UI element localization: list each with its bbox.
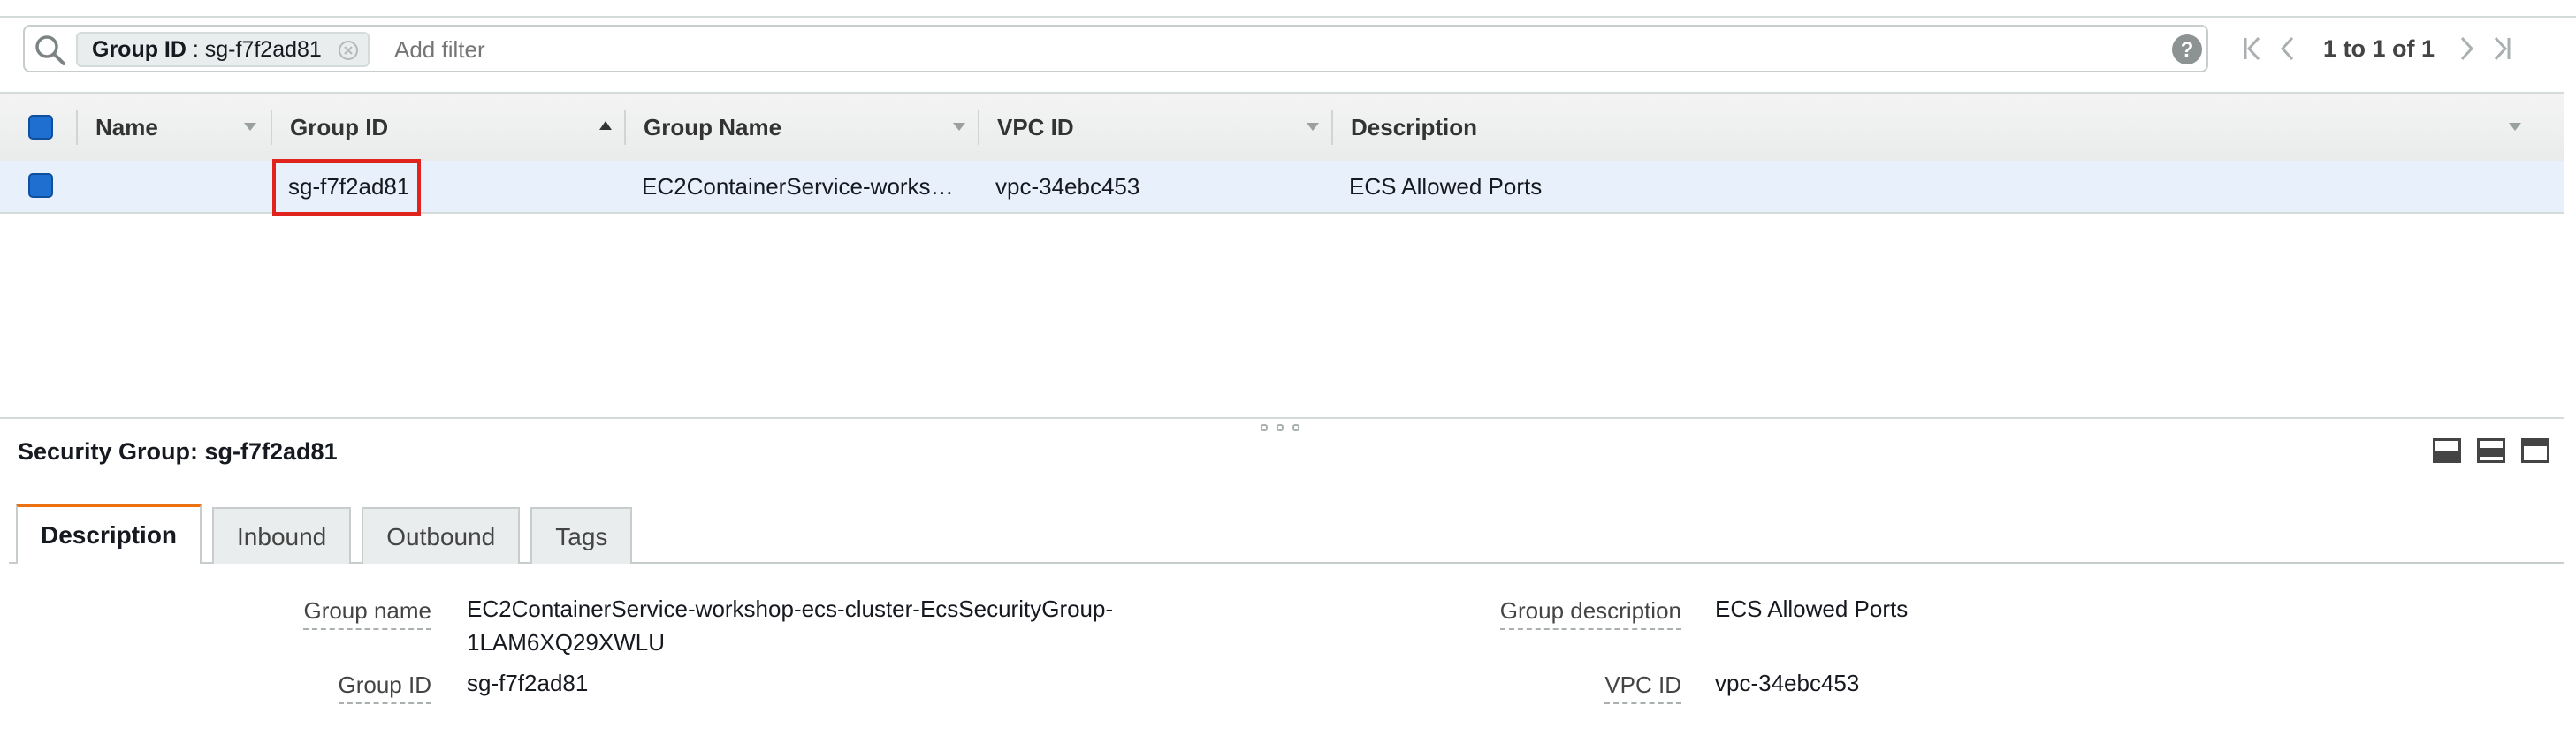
sort-name-icon[interactable] <box>244 123 256 131</box>
vpc-id-label: VPC ID <box>1604 671 1681 704</box>
table-header: Name Group ID Group Name VPC ID Descript… <box>0 92 2564 163</box>
details-title: Security Group: sg-f7f2ad81 <box>18 438 338 465</box>
group-name-value-line2: 1LAM6XQ29XWLU <box>467 629 665 656</box>
next-page-icon[interactable] <box>2449 31 2484 66</box>
layout-top-icon[interactable] <box>2521 438 2549 463</box>
filter-bar[interactable]: Group ID : sg-f7f2ad81 <box>23 25 2208 72</box>
column-separator <box>76 110 78 145</box>
group-name-value-line1: EC2ContainerService-workshop-ecs-cluster… <box>467 595 1114 622</box>
search-icon <box>35 35 65 65</box>
tab-inbound[interactable]: Inbound <box>212 507 352 564</box>
group-name-value: EC2ContainerService-workshop-ecs-cluster… <box>467 592 1113 659</box>
last-page-icon[interactable] <box>2484 31 2519 66</box>
annotation-highlight-box <box>272 159 421 216</box>
panel-splitter[interactable] <box>0 417 2564 419</box>
sort-description-icon[interactable] <box>2509 123 2521 131</box>
filter-chip-value: : sg-f7f2ad81 <box>186 37 322 62</box>
cell-group-name: EC2ContainerService-workshop-ecs-cluster… <box>642 173 956 200</box>
tab-tags[interactable]: Tags <box>530 507 633 564</box>
pagination-text: 1 to 1 of 1 <box>2323 34 2435 62</box>
column-header-group-name[interactable]: Group Name <box>644 94 781 161</box>
group-name-label: Group name <box>303 597 431 630</box>
layout-bottom-icon[interactable] <box>2433 438 2461 463</box>
pagination: 1 to 1 of 1 <box>2235 25 2519 72</box>
first-page-icon[interactable] <box>2235 31 2270 66</box>
group-description-value: ECS Allowed Ports <box>1715 595 1909 622</box>
add-filter-input[interactable] <box>394 32 1720 67</box>
group-description-label: Group description <box>1499 597 1681 630</box>
detail-tabs: Description Inbound Outbound Tags <box>16 504 633 564</box>
cell-name <box>95 161 255 212</box>
resize-handle[interactable] <box>1261 424 1299 431</box>
prev-page-icon[interactable] <box>2270 31 2305 66</box>
column-header-group-id[interactable]: Group ID <box>290 94 388 161</box>
svg-text:?: ? <box>2181 38 2194 62</box>
group-id-label: Group ID <box>338 671 431 704</box>
column-separator[interactable] <box>624 110 626 145</box>
cell-description: ECS Allowed Ports <box>1349 173 1543 200</box>
clear-chip-icon[interactable] <box>338 40 359 61</box>
layout-toggle-group <box>2433 438 2549 463</box>
row-checkbox[interactable] <box>28 173 53 198</box>
column-header-vpc-id[interactable]: VPC ID <box>997 94 1074 161</box>
tab-description[interactable]: Description <box>16 504 202 564</box>
group-id-value: sg-f7f2ad81 <box>467 670 589 696</box>
help-icon[interactable]: ? <box>2171 34 2203 65</box>
sort-group-name-icon[interactable] <box>953 123 965 131</box>
column-header-name[interactable]: Name <box>95 94 158 161</box>
top-border <box>0 0 2576 18</box>
column-header-description[interactable]: Description <box>1351 94 1477 161</box>
filter-chip-key: Group ID <box>92 37 187 62</box>
layout-half-icon[interactable] <box>2477 438 2505 463</box>
tab-outbound[interactable]: Outbound <box>362 507 521 564</box>
column-separator[interactable] <box>271 110 272 145</box>
cell-vpc-id: vpc-34ebc453 <box>995 173 1140 200</box>
column-separator[interactable] <box>1331 110 1333 145</box>
vpc-id-value: vpc-34ebc453 <box>1715 670 1860 696</box>
select-all-checkbox[interactable] <box>28 115 53 140</box>
sort-group-id-icon[interactable] <box>599 121 612 130</box>
filter-chip[interactable]: Group ID : sg-f7f2ad81 <box>76 32 370 67</box>
sort-vpc-id-icon[interactable] <box>1307 123 1319 131</box>
column-separator[interactable] <box>978 110 979 145</box>
